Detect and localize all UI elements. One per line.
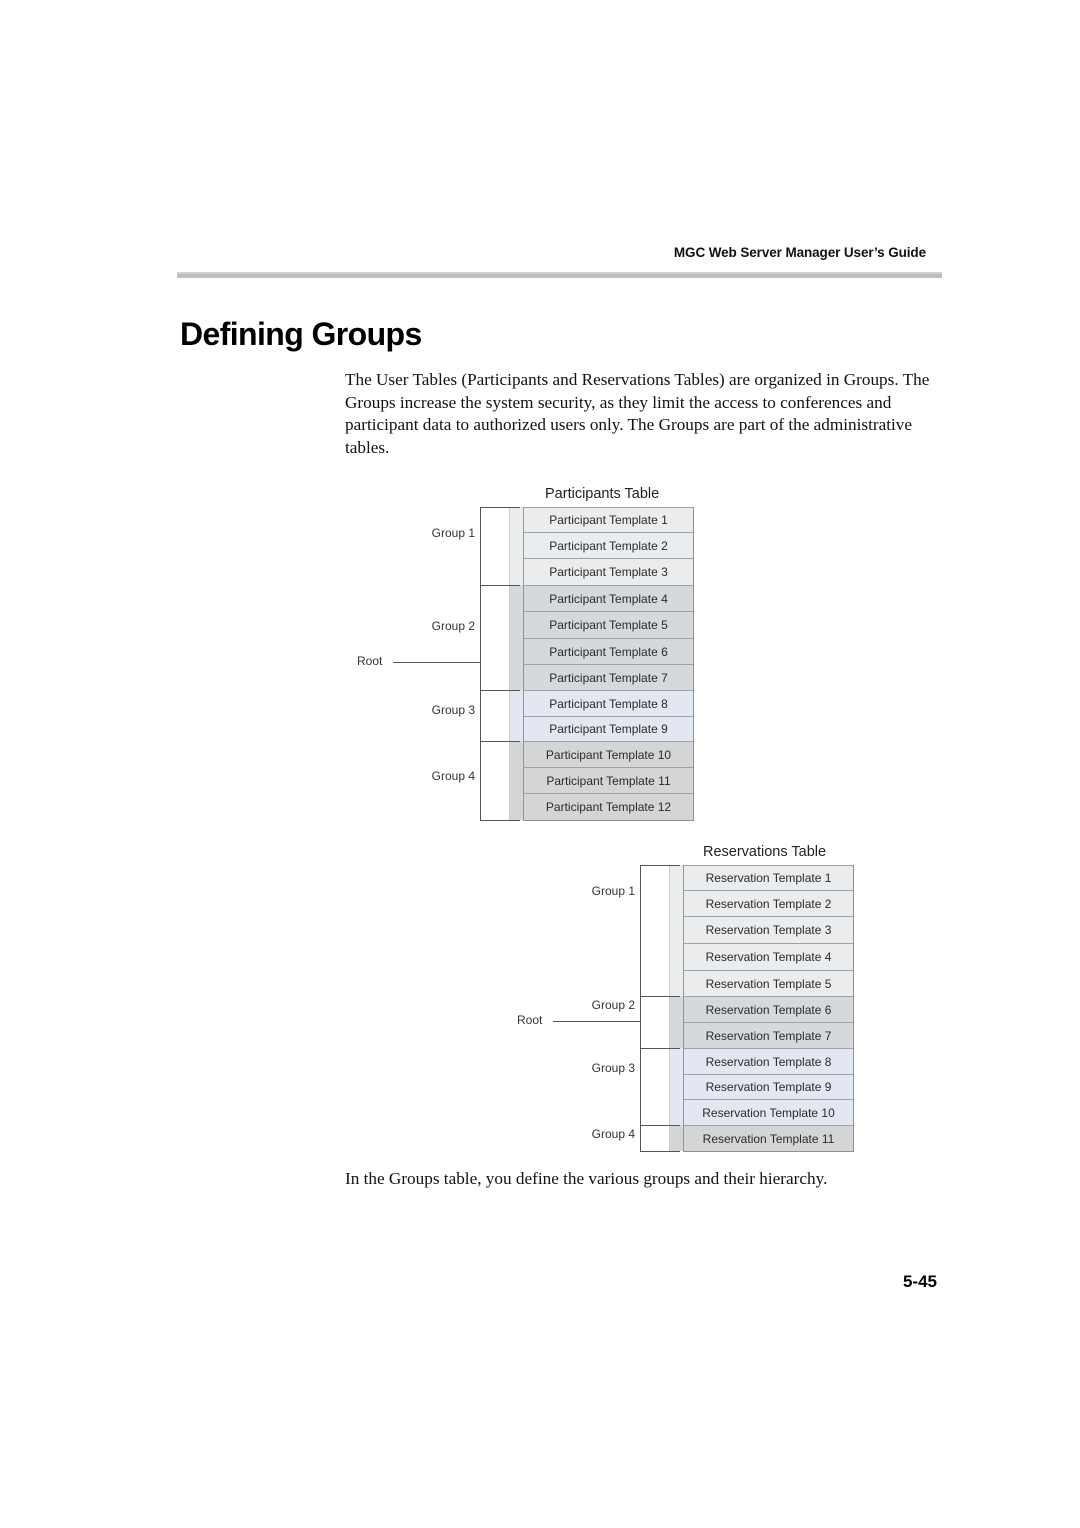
group-bracket-tick bbox=[640, 1125, 680, 1126]
group-strip bbox=[509, 741, 523, 820]
group-bracket-tick bbox=[480, 507, 520, 508]
group-bracket-tick bbox=[640, 996, 680, 997]
root-label: Root bbox=[517, 1013, 543, 1027]
template-row[interactable]: Reservation Template 4 bbox=[683, 943, 854, 970]
template-row[interactable]: Participant Template 8 bbox=[523, 690, 694, 716]
template-row[interactable]: Participant Template 2 bbox=[523, 532, 694, 558]
group-label: Group 3 bbox=[591, 1061, 635, 1075]
group-label: Group 1 bbox=[591, 884, 635, 898]
template-row[interactable]: Participant Template 7 bbox=[523, 664, 694, 690]
template-row[interactable]: Participant Template 1 bbox=[523, 507, 694, 532]
template-row[interactable]: Participant Template 6 bbox=[523, 638, 694, 664]
root-connector-line bbox=[553, 1021, 640, 1022]
group-bracket-tick bbox=[480, 741, 520, 742]
header-rule bbox=[177, 272, 942, 278]
template-row[interactable]: Participant Template 3 bbox=[523, 558, 694, 585]
template-row[interactable]: Participant Template 9 bbox=[523, 716, 694, 741]
group-bracket-line bbox=[640, 865, 641, 1152]
table-frame-right bbox=[853, 865, 854, 1152]
group-bracket-tick bbox=[480, 820, 520, 821]
table-title: Participants Table bbox=[545, 486, 660, 502]
intro-paragraph: The User Tables (Participants and Reserv… bbox=[345, 370, 930, 458]
group-bracket-tick bbox=[480, 585, 520, 586]
template-row[interactable]: Reservation Template 1 bbox=[683, 865, 854, 890]
group-strip bbox=[669, 1125, 683, 1151]
template-row[interactable]: Reservation Template 2 bbox=[683, 890, 854, 916]
table-title: Reservations Table bbox=[703, 844, 827, 860]
group-label: Group 1 bbox=[431, 526, 475, 540]
group-strip bbox=[669, 996, 683, 1048]
table-frame-left bbox=[523, 507, 524, 821]
group-bracket-tick bbox=[640, 865, 680, 866]
group-strip bbox=[509, 585, 523, 690]
group-strip bbox=[509, 507, 523, 585]
table-frame-right bbox=[693, 507, 694, 821]
group-label: Group 2 bbox=[591, 998, 635, 1012]
template-row[interactable]: Participant Template 4 bbox=[523, 585, 694, 611]
group-bracket-tick bbox=[480, 690, 520, 691]
template-row[interactable]: Reservation Template 7 bbox=[683, 1022, 854, 1048]
template-row[interactable]: Participant Template 12 bbox=[523, 793, 694, 821]
group-bracket-tick bbox=[640, 1048, 680, 1049]
root-label: Root bbox=[357, 654, 383, 668]
group-label: Group 4 bbox=[431, 769, 475, 783]
template-row[interactable]: Reservation Template 5 bbox=[683, 970, 854, 996]
template-row[interactable]: Participant Template 11 bbox=[523, 767, 694, 793]
table-frame-left bbox=[683, 865, 684, 1152]
template-row[interactable]: Reservation Template 11 bbox=[683, 1125, 854, 1152]
template-row[interactable]: Reservation Template 3 bbox=[683, 916, 854, 943]
template-row[interactable]: Participant Template 5 bbox=[523, 611, 694, 638]
group-strip bbox=[669, 1048, 683, 1125]
template-row[interactable]: Reservation Template 6 bbox=[683, 996, 854, 1022]
template-row[interactable]: Reservation Template 9 bbox=[683, 1074, 854, 1099]
template-row[interactable]: Reservation Template 10 bbox=[683, 1099, 854, 1125]
group-label: Group 2 bbox=[431, 619, 475, 633]
template-row[interactable]: Participant Template 10 bbox=[523, 741, 694, 767]
running-head: MGC Web Server Manager User’s Guide bbox=[673, 245, 926, 260]
group-bracket-line bbox=[480, 507, 481, 821]
group-bracket-tick bbox=[640, 1151, 680, 1152]
group-strip bbox=[509, 690, 523, 741]
outro-paragraph: In the Groups table, you define the vari… bbox=[345, 1169, 828, 1188]
template-row[interactable]: Reservation Template 8 bbox=[683, 1048, 854, 1074]
group-label: Group 3 bbox=[431, 703, 475, 717]
group-label: Group 4 bbox=[591, 1127, 635, 1141]
section-title: Defining Groups bbox=[180, 316, 422, 352]
page-number: 5-45 bbox=[902, 1272, 937, 1291]
root-connector-line bbox=[393, 662, 480, 663]
group-strip bbox=[669, 865, 683, 996]
